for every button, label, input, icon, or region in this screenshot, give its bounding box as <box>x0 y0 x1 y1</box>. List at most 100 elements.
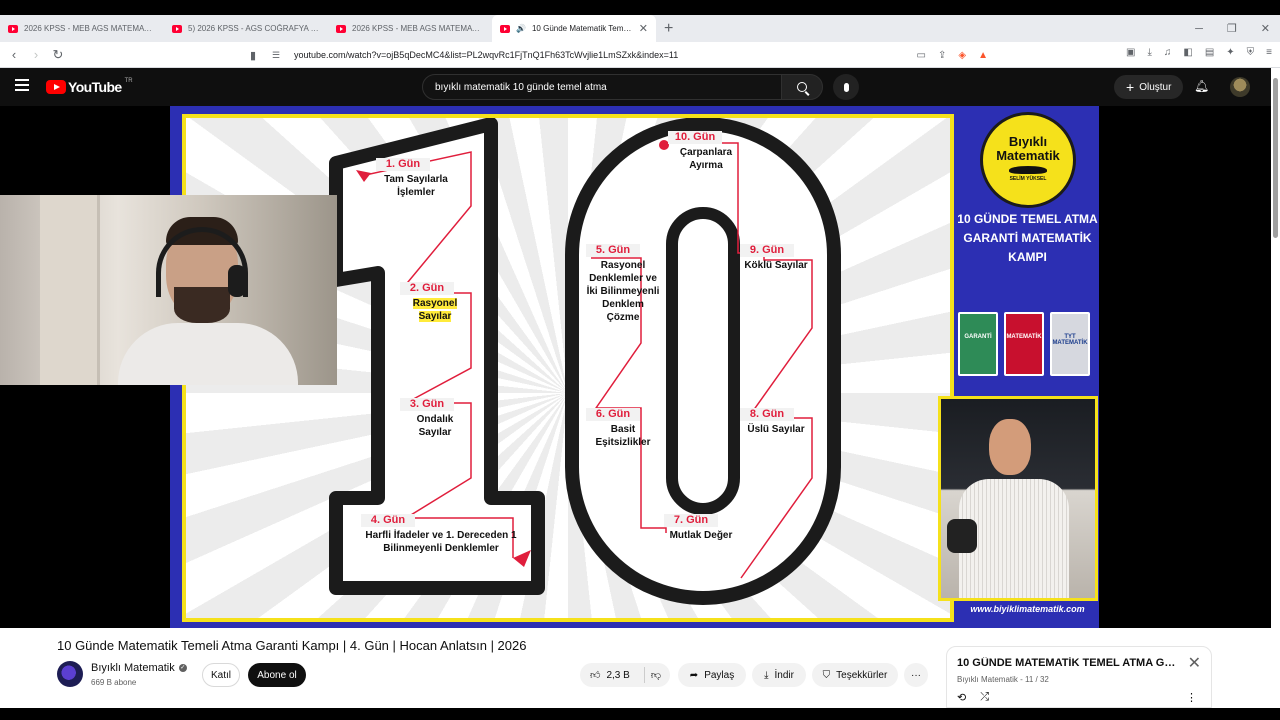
brand-name: Bıyıklı Matematik <box>996 134 1060 163</box>
playlist-title[interactable]: 10 GÜNDE MATEMATİK TEMEL ATMA GARANTİ KA… <box>957 657 1177 669</box>
address-bar-row: ‹ › ↻ ▮ ☰ youtube.com/watch?v=ojB5qDecMC… <box>0 42 1280 68</box>
screen-top-edge <box>0 0 1280 15</box>
tab-4-active[interactable]: 🔊 10 Günde Matematik Temeli A... ✕ <box>492 15 656 42</box>
create-button[interactable]: + Oluştur <box>1114 75 1184 99</box>
dislike-icon[interactable]: 👎︎ <box>651 669 661 681</box>
channel-name-row[interactable]: Bıyıklı Matematik ✓ <box>91 662 187 674</box>
day-number: 6. Gün <box>586 408 640 421</box>
browser-tab-strip: 2026 KPSS - MEB AGS MATEMATİK TE... 5) 2… <box>0 15 1280 42</box>
day-4-label: 4. Gün Harfli İfadeler ve 1. Dereceden 1 … <box>361 514 521 555</box>
day-topic: Çarpanlara Ayırma <box>679 147 733 171</box>
tab-3[interactable]: 2026 KPSS - MEB AGS MATEMATİK TE... <box>328 15 492 42</box>
wallet-icon[interactable]: ▤ <box>1205 47 1214 58</box>
shuffle-icon[interactable]: ⤮ <box>980 691 989 704</box>
restore-icon[interactable]: ❐ <box>1227 22 1237 35</box>
mic-icon <box>843 82 849 92</box>
channel-name[interactable]: Bıyıklı Matematik <box>91 662 175 674</box>
share-page-icon[interactable]: ⇪ <box>938 50 946 61</box>
bookmark-icon[interactable]: ▮ <box>246 49 260 62</box>
rewards-icon[interactable]: ▲ <box>978 50 988 61</box>
day-topic: Rasyonel Denklemler ve İki Bilinmeyenli … <box>586 260 660 323</box>
day-topic: Tam Sayılarla İşlemler <box>384 174 448 198</box>
day-topic: Basit Eşitsizlikler <box>595 424 651 448</box>
subscribe-button[interactable]: Abone ol <box>248 663 306 687</box>
playlist-menu-icon[interactable]: ⋮ <box>1186 691 1197 704</box>
vpn-icon[interactable]: ⛨ <box>1247 47 1255 58</box>
day-number: 10. Gün <box>668 131 722 144</box>
account-avatar[interactable] <box>1230 77 1250 97</box>
more-actions-button[interactable]: ··· <box>904 663 928 687</box>
youtube-header: YouTube TR bıyıklı matematik 10 günde te… <box>0 68 1280 106</box>
day-10-label: 10. Gün Çarpanlara Ayırma <box>668 131 744 172</box>
join-button[interactable]: Katıl <box>202 663 240 687</box>
ai-icon[interactable]: ✦ <box>1226 47 1234 58</box>
downloads-icon[interactable]: ⤓ <box>1147 47 1151 58</box>
close-window-icon[interactable]: ✕ <box>1261 22 1270 35</box>
hamburger-menu-icon[interactable] <box>15 79 29 91</box>
sidebar-icon[interactable]: ▣ <box>1126 47 1135 58</box>
thanks-label: Teşekkürler <box>836 669 888 681</box>
teacher-camera <box>938 396 1098 601</box>
day-number: 2. Gün <box>400 282 454 295</box>
thanks-button[interactable]: ⛉ Teşekkürler <box>812 663 898 687</box>
search-input[interactable]: bıyıklı matematik 10 günde temel atma <box>422 74 782 100</box>
omnibox[interactable]: ▮ ☰ youtube.com/watch?v=ojB5qDecMC4&list… <box>246 45 998 65</box>
menu-icon[interactable]: ≡ <box>1266 47 1272 58</box>
day-topic: Üslü Sayılar <box>747 424 805 435</box>
brand-sub: SELİM YÜKSEL <box>1009 176 1047 182</box>
forward-icon[interactable]: › <box>30 47 42 63</box>
day-2-label: 2. Gün Rasyonel Sayılar <box>400 282 470 323</box>
thanks-icon: ⛉ <box>822 669 831 681</box>
window-controls: ─ ❐ ✕ <box>1195 15 1270 42</box>
playlist-controls: ⟲ ⤮ <box>957 691 989 704</box>
book-cover: TYT MATEMATİK <box>1050 312 1090 376</box>
reload-icon[interactable]: ↻ <box>52 47 64 63</box>
scrollbar-thumb[interactable] <box>1273 78 1278 238</box>
youtube-wordmark: YouTube <box>68 79 122 95</box>
url-text[interactable]: youtube.com/watch?v=ojB5qDecMC4&list=PL2… <box>294 50 917 60</box>
share-icon: ➦ <box>689 669 699 681</box>
youtube-favicon-icon <box>8 24 18 33</box>
like-icon: 👍︎ <box>590 670 601 681</box>
verified-icon: ✓ <box>178 664 187 672</box>
tab-1[interactable]: 2026 KPSS - MEB AGS MATEMATİK TE... <box>0 15 164 42</box>
tab-title: 5) 2026 KPSS - AGS COĞRAFYA ENGİ... <box>188 24 320 33</box>
playlist-panel: 10 GÜNDE MATEMATİK TEMEL ATMA GARANTİ KA… <box>946 646 1212 708</box>
day-number: 1. Gün <box>376 158 430 171</box>
promo-url: www.biyiklimatematik.com <box>970 604 1085 614</box>
search-button[interactable] <box>781 74 823 100</box>
channel-avatar[interactable] <box>57 661 83 687</box>
media-icon[interactable]: ♫ <box>1164 47 1172 58</box>
promo-headline: 10 GÜNDE TEMEL ATMA GARANTİ MATEMATİK KA… <box>957 212 1098 264</box>
share-button[interactable]: ➦ Paylaş <box>678 663 746 687</box>
bell-icon[interactable]: 🔔︎ <box>1194 79 1209 93</box>
day-7-label: 7. Gün Mutlak Değer <box>664 514 738 542</box>
subscriber-count: 669 B abone <box>91 678 137 687</box>
minimize-icon[interactable]: ─ <box>1195 23 1203 35</box>
site-settings-icon[interactable]: ☰ <box>272 50 286 61</box>
mustache-icon <box>1009 166 1047 174</box>
webcam-overlay <box>0 195 337 385</box>
loop-icon[interactable]: ⟲ <box>957 691 966 704</box>
omnibox-icons: ▭ ⇪ ◈ ▲ <box>917 50 988 61</box>
install-icon[interactable]: ▭ <box>917 50 926 61</box>
page-scrollbar[interactable] <box>1271 68 1280 708</box>
new-tab-button[interactable]: + <box>664 20 673 38</box>
microphone <box>947 519 977 553</box>
like-button[interactable]: 👍︎ 2,3 B 👎︎ <box>580 663 670 687</box>
download-button[interactable]: ⤓ İndir <box>752 663 806 687</box>
brand-badge: Bıyıklı Matematik SELİM YÜKSEL <box>980 112 1076 208</box>
close-tab-icon[interactable]: ✕ <box>639 22 648 35</box>
day-1-label: 1. Gün Tam Sayılarla İşlemler <box>376 158 456 199</box>
speaker-icon[interactable]: 🔊 <box>516 24 526 33</box>
brave-shield-icon[interactable]: ◈ <box>958 50 966 61</box>
close-icon[interactable]: ✕ <box>1188 653 1201 673</box>
youtube-logo[interactable]: YouTube TR <box>46 78 133 95</box>
voice-search-button[interactable] <box>833 74 859 100</box>
day-8-label: 8. Gün Üslü Sayılar <box>740 408 812 436</box>
tab-2[interactable]: 5) 2026 KPSS - AGS COĞRAFYA ENGİ... <box>164 15 328 42</box>
split-view-icon[interactable]: ◧ <box>1183 47 1192 58</box>
region-code: TR <box>124 78 133 84</box>
back-icon[interactable]: ‹ <box>8 47 20 63</box>
background-door <box>40 195 100 385</box>
